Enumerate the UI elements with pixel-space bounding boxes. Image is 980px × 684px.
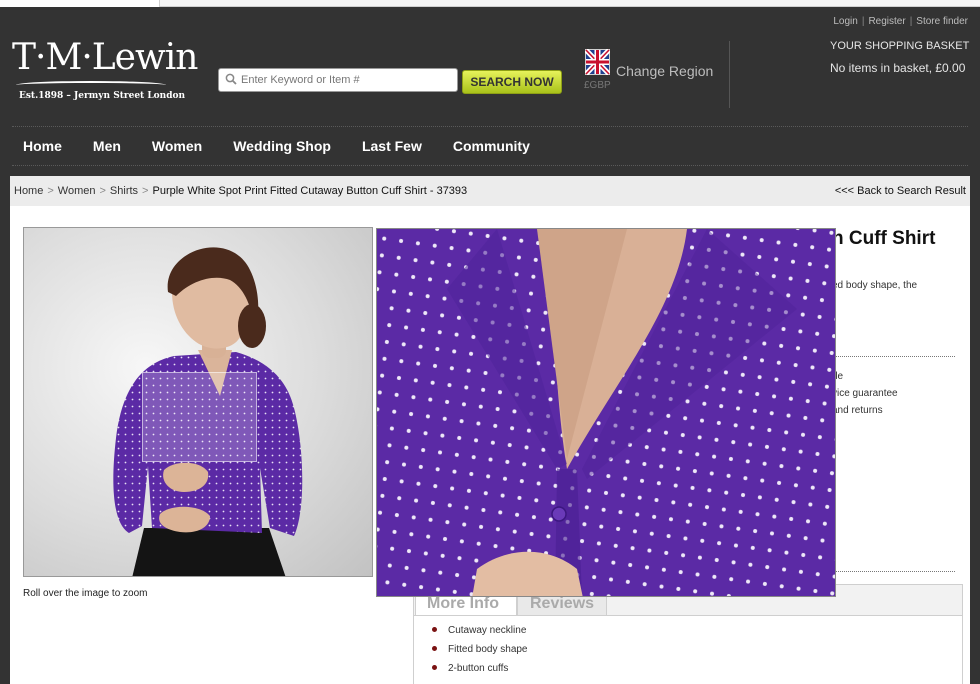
product-description: ed body shape, the <box>832 280 918 291</box>
breadcrumb: Home > Women > Shirts > Purple White Spot Prin… <box>10 176 970 206</box>
store-finder-link[interactable]: Store finder <box>916 16 968 27</box>
list-item: 2-button cuffs <box>432 663 528 682</box>
logo-swoosh <box>16 81 166 89</box>
section-divider <box>825 356 955 357</box>
list-item: Cutaway neckline <box>432 625 528 644</box>
logo-wordmark: T·M·Lewin <box>12 37 198 78</box>
browser-tab[interactable] <box>0 0 160 7</box>
brand-logo[interactable]: T·M·Lewin Est.1898 – Jermyn Street Londo… <box>12 37 198 107</box>
basket-status: No items in basket, £0.00 <box>830 61 966 75</box>
bullet-icon <box>432 627 437 632</box>
nav-divider-top <box>12 126 968 127</box>
nav-item-men[interactable]: Men <box>93 138 121 154</box>
nav-item-last-few[interactable]: Last Few <box>362 138 422 154</box>
service-item: vice guarantee <box>832 388 898 399</box>
zoom-lens[interactable] <box>142 372 257 462</box>
section-divider <box>825 571 955 572</box>
breadcrumb-separator: > <box>47 185 54 197</box>
nav-item-wedding-shop[interactable]: Wedding Shop <box>233 138 331 154</box>
more-info-panel: Cutaway neckline Fitted body shape 2-but… <box>413 615 963 684</box>
zoom-preview <box>376 228 836 597</box>
bullet-icon <box>432 646 437 651</box>
link-separator: | <box>909 16 913 27</box>
link-separator: | <box>861 16 865 27</box>
breadcrumb-home[interactable]: Home <box>14 185 43 197</box>
header-divider <box>729 41 730 108</box>
service-item: de <box>832 371 844 382</box>
nav-item-community[interactable]: Community <box>453 138 530 154</box>
search-icon <box>225 73 237 85</box>
breadcrumb-trail: Home > Women > Shirts > Purple White Spot Prin… <box>14 185 467 197</box>
feature-list: Cutaway neckline Fitted body shape 2-but… <box>432 625 528 682</box>
bullet-icon <box>432 665 437 670</box>
product-title: n Cuff Shirt <box>832 228 936 249</box>
zoom-hint: Roll over the image to zoom <box>23 588 148 599</box>
feature-text: Fitted body shape <box>448 644 528 655</box>
login-link[interactable]: Login <box>833 16 857 27</box>
basket-title[interactable]: YOUR SHOPPING BASKET <box>830 40 969 52</box>
list-item: Fitted body shape <box>432 644 528 663</box>
breadcrumb-separator: > <box>142 185 149 197</box>
breadcrumb-separator: > <box>99 185 106 197</box>
browser-tab-strip <box>0 0 980 7</box>
zoomed-shirt-illustration <box>377 229 835 596</box>
search-input[interactable] <box>241 72 451 88</box>
nav-item-home[interactable]: Home <box>23 138 62 154</box>
service-list: de vice guarantee and returns <box>832 368 898 419</box>
uk-flag-icon[interactable] <box>585 49 610 75</box>
account-links: Login | Register | Store finder <box>833 16 968 27</box>
feature-text: 2-button cuffs <box>448 663 509 674</box>
nav-item-women[interactable]: Women <box>152 138 202 154</box>
main-nav: Home Men Women Wedding Shop Last Few Com… <box>23 138 561 154</box>
back-to-search-link[interactable]: <<< Back to Search Result <box>835 185 966 197</box>
product-image[interactable] <box>23 227 373 577</box>
service-item: and returns <box>832 405 883 416</box>
currency-label: £GBP <box>584 80 611 91</box>
register-link[interactable]: Register <box>868 16 905 27</box>
breadcrumb-current: Purple White Spot Print Fitted Cutaway B… <box>152 185 468 197</box>
nav-divider-bottom <box>12 165 968 166</box>
search-field-wrapper <box>218 68 458 92</box>
search-now-button[interactable]: SEARCH NOW <box>462 70 562 94</box>
logo-tagline: Est.1898 – Jermyn Street London <box>19 91 186 101</box>
change-region-link[interactable]: Change Region <box>616 63 713 79</box>
feature-text: Cutaway neckline <box>448 625 527 636</box>
breadcrumb-women[interactable]: Women <box>58 185 96 197</box>
breadcrumb-shirts[interactable]: Shirts <box>110 185 138 197</box>
